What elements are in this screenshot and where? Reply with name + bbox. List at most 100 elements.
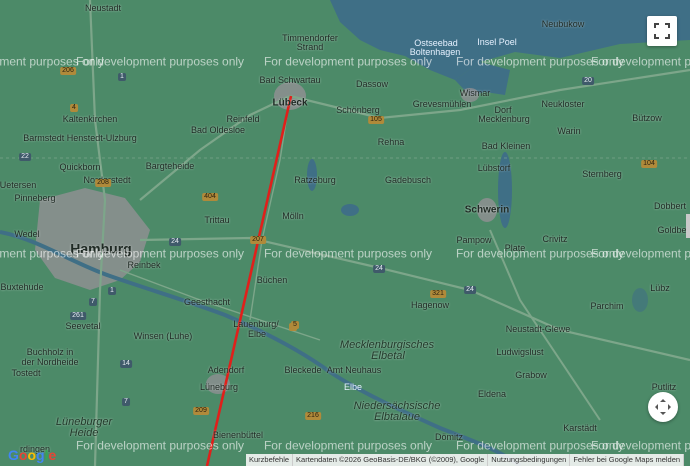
- road-shield: 1: [108, 287, 116, 295]
- road-shield: 261: [70, 312, 86, 320]
- place-label: Putlitz: [651, 382, 677, 392]
- place-label: Eldena: [477, 389, 507, 399]
- road-shield: 24: [373, 265, 385, 273]
- place-label: Grabow: [515, 370, 547, 380]
- place-label: Buchholz in: [26, 347, 74, 357]
- road-shield: 24: [169, 238, 181, 246]
- place-label: Kaltenkirchen: [62, 114, 118, 124]
- place-label: Rehna: [377, 137, 405, 147]
- place-label: der Nordheide: [21, 357, 79, 367]
- dev-watermark: For development purposes only: [75, 438, 245, 453]
- place-label: Tostedt: [11, 368, 41, 378]
- place-label: Adendorf: [207, 365, 245, 375]
- place-label: Elbe: [247, 329, 267, 339]
- place-label: Strand: [296, 42, 324, 52]
- fullscreen-button[interactable]: [647, 16, 677, 46]
- place-label: Karstädt: [563, 423, 597, 433]
- map-data-notice: Kartendaten ©2026 GeoBasis-DE/BKG (©2009…: [293, 454, 489, 466]
- place-label: Wedel: [14, 229, 40, 239]
- road-shield: 404: [202, 193, 218, 201]
- place-label: Wismar: [459, 88, 491, 98]
- pan-arrows-icon: [655, 399, 671, 415]
- dev-watermark: For development purposes only: [263, 438, 433, 453]
- place-label: Bad Kleinen: [481, 141, 531, 151]
- place-label: Lüneburg: [199, 382, 239, 392]
- road-shield: 208: [95, 179, 111, 187]
- place-label: Buxtehude: [0, 282, 44, 292]
- map-base-layer: [0, 0, 690, 466]
- place-label: Trittau: [204, 215, 230, 225]
- road-shield: 7: [122, 398, 130, 406]
- road-shield: 207: [250, 236, 266, 244]
- attribution-bar: Kurzbefehle Kartendaten ©2026 GeoBasis-D…: [246, 454, 685, 466]
- place-label: Ludwigslust: [496, 347, 544, 357]
- place-label: Neustadt-Glewe: [505, 324, 571, 334]
- place-label: Warin: [557, 126, 581, 136]
- place-label: Bargteheide: [145, 161, 195, 171]
- place-label: Lübstorf: [477, 163, 511, 173]
- place-label: Reinbek: [127, 260, 161, 270]
- place-label: Bleckede: [284, 365, 322, 375]
- place-label: Pampow: [456, 235, 492, 245]
- place-label: Schwerin: [464, 204, 510, 216]
- fullscreen-icon: [654, 23, 670, 39]
- terms-link[interactable]: Nutzungsbedingungen: [488, 454, 571, 466]
- place-label: Heide: [69, 427, 99, 439]
- road-shield: 216: [305, 412, 321, 420]
- google-logo: Google: [8, 447, 57, 463]
- road-shield: 321: [430, 290, 446, 298]
- road-shield: 5: [291, 321, 299, 329]
- dev-watermark: For development purposes only: [263, 246, 433, 261]
- place-label: Mölln: [282, 211, 304, 221]
- place-label: Winsen (Luhe): [133, 331, 193, 341]
- place-label: Sternberg: [582, 169, 622, 179]
- dev-watermark: For development purposes only: [590, 246, 690, 261]
- place-label: Seevetal: [65, 321, 101, 331]
- road-shield: 1: [118, 73, 126, 81]
- report-error-link[interactable]: Fehler bei Google Maps melden: [570, 454, 685, 466]
- place-label: Schönberg: [336, 105, 380, 115]
- dev-watermark: For development purposes only: [590, 438, 690, 453]
- place-label: Elbetal: [371, 350, 405, 362]
- place-label: Pinneberg: [14, 193, 56, 203]
- place-label: Barmstedt Henstedt-Ulzburg: [23, 133, 137, 143]
- road-shield: 105: [368, 116, 384, 124]
- place-label: Bad Schwartau: [259, 75, 321, 85]
- road-shield: 24: [464, 286, 476, 294]
- place-label: Quickborn: [59, 162, 101, 172]
- place-label: Neukloster: [541, 99, 585, 109]
- place-label: Insel Poel: [477, 37, 517, 47]
- place-label: Reinfeld: [226, 114, 260, 124]
- place-label: Amt Neuhaus: [326, 365, 382, 375]
- dev-watermark: For development purposes only: [75, 246, 245, 261]
- plauer-lake: [632, 288, 648, 312]
- map-canvas[interactable]: Neustadt Timmendorfer Strand Ostseebad Bolte…: [0, 0, 690, 466]
- road-shield: 22: [19, 153, 31, 161]
- place-label: Neustadt: [84, 3, 122, 13]
- road-shield: 4: [70, 104, 78, 112]
- place-label: Elbtalaue: [374, 411, 420, 423]
- road-shield: 209: [193, 407, 209, 415]
- place-label: Crivitz: [542, 234, 568, 244]
- place-label: Büchen: [256, 275, 288, 285]
- place-label: Dobbert: [653, 201, 687, 211]
- dev-watermark: For development purposes only: [590, 54, 690, 69]
- place-label: Lübeck: [272, 97, 308, 109]
- place-label: Bützow: [632, 113, 662, 123]
- place-label: Dassow: [355, 79, 389, 89]
- place-label: Parchim: [590, 301, 624, 311]
- place-label: Ratzeburg: [294, 175, 336, 185]
- motorway-a1: [139, 95, 291, 201]
- place-label: Uetersen: [0, 180, 37, 190]
- place-label: Geesthacht: [183, 297, 231, 307]
- place-label: Lübz: [650, 283, 670, 293]
- pan-control-button[interactable]: [648, 392, 678, 422]
- dev-watermark: For development purposes only: [263, 54, 433, 69]
- place-label: Hagenow: [410, 300, 450, 310]
- place-label: Elbe: [343, 382, 363, 392]
- keyboard-shortcuts-link[interactable]: Kurzbefehle: [246, 454, 294, 466]
- place-label: Lauenburg/: [233, 319, 279, 329]
- dev-watermark: For development purposes only: [75, 54, 245, 69]
- schaal-lake: [341, 204, 359, 216]
- scrollbar[interactable]: [686, 214, 690, 238]
